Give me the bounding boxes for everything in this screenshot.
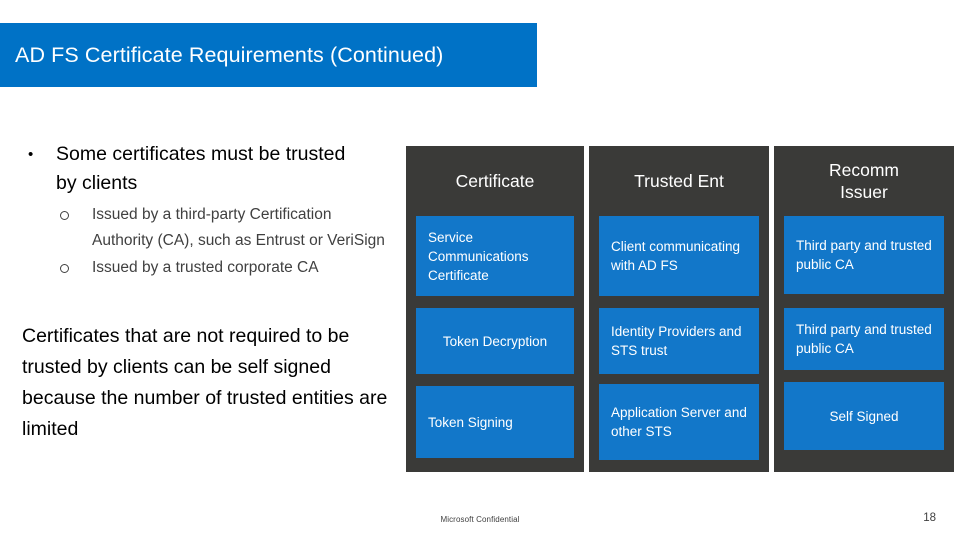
bullet-item: • Some certificates must be trusted by c…: [0, 140, 400, 198]
list-item: Issued by a trusted corporate CA: [60, 255, 400, 281]
table-cell: Token Signing: [416, 386, 574, 458]
page-number: 18: [923, 512, 936, 524]
slide-title-banner: AD FS Certificate Requirements (Continue…: [0, 23, 537, 87]
table-header-line2: Issuer: [840, 182, 888, 202]
left-content-column: • Some certificates must be trusted by c…: [0, 140, 400, 445]
list-item: Issued by a third-party Certification Au…: [60, 202, 400, 254]
footer-confidentiality-note: Microsoft Confidential: [440, 515, 520, 524]
circle-outline-icon: [60, 255, 92, 273]
table-cell: Third party and trusted public CA: [784, 308, 944, 370]
table-column-recommended-issuer: Recomm Issuer Third party and trusted pu…: [774, 146, 954, 472]
table-cell: Identity Providers and STS trust: [599, 308, 759, 374]
table-cell: Self Signed: [784, 382, 944, 450]
subbullet-text: Issued by a third-party Certification Au…: [92, 206, 385, 249]
table-header-line1: Recomm: [828, 160, 899, 180]
table-header-certificate: Certificate: [455, 171, 535, 191]
subbullet-list: Issued by a third-party Certification Au…: [0, 202, 400, 281]
table-header-recommended-issuer: Recomm Issuer: [774, 146, 954, 216]
table-cell: Application Server and other STS: [599, 384, 759, 460]
table-header-trusted-ent: Trusted Ent: [634, 171, 724, 191]
table-cell: Third party and trusted public CA: [784, 216, 944, 294]
circle-outline-icon: [60, 202, 92, 220]
certificate-requirements-table: Certificate Service Communications Certi…: [406, 146, 954, 472]
bullet-marker-icon: •: [28, 146, 34, 163]
subbullet-text: Issued by a trusted corporate CA: [92, 259, 319, 276]
table-cell: Service Communications Certificate: [416, 216, 574, 296]
bullet-text: Some certificates must be trusted by cli…: [56, 143, 346, 194]
closing-paragraph: Certificates that are not required to be…: [22, 325, 388, 440]
page-title: AD FS Certificate Requirements (Continue…: [15, 42, 444, 67]
table-cell: Client communicating with AD FS: [599, 216, 759, 296]
table-column-trusted-ent: Trusted Ent Client communicating with AD…: [589, 146, 769, 472]
table-column-certificate: Certificate Service Communications Certi…: [406, 146, 584, 472]
table-cell: Token Decryption: [416, 308, 574, 374]
